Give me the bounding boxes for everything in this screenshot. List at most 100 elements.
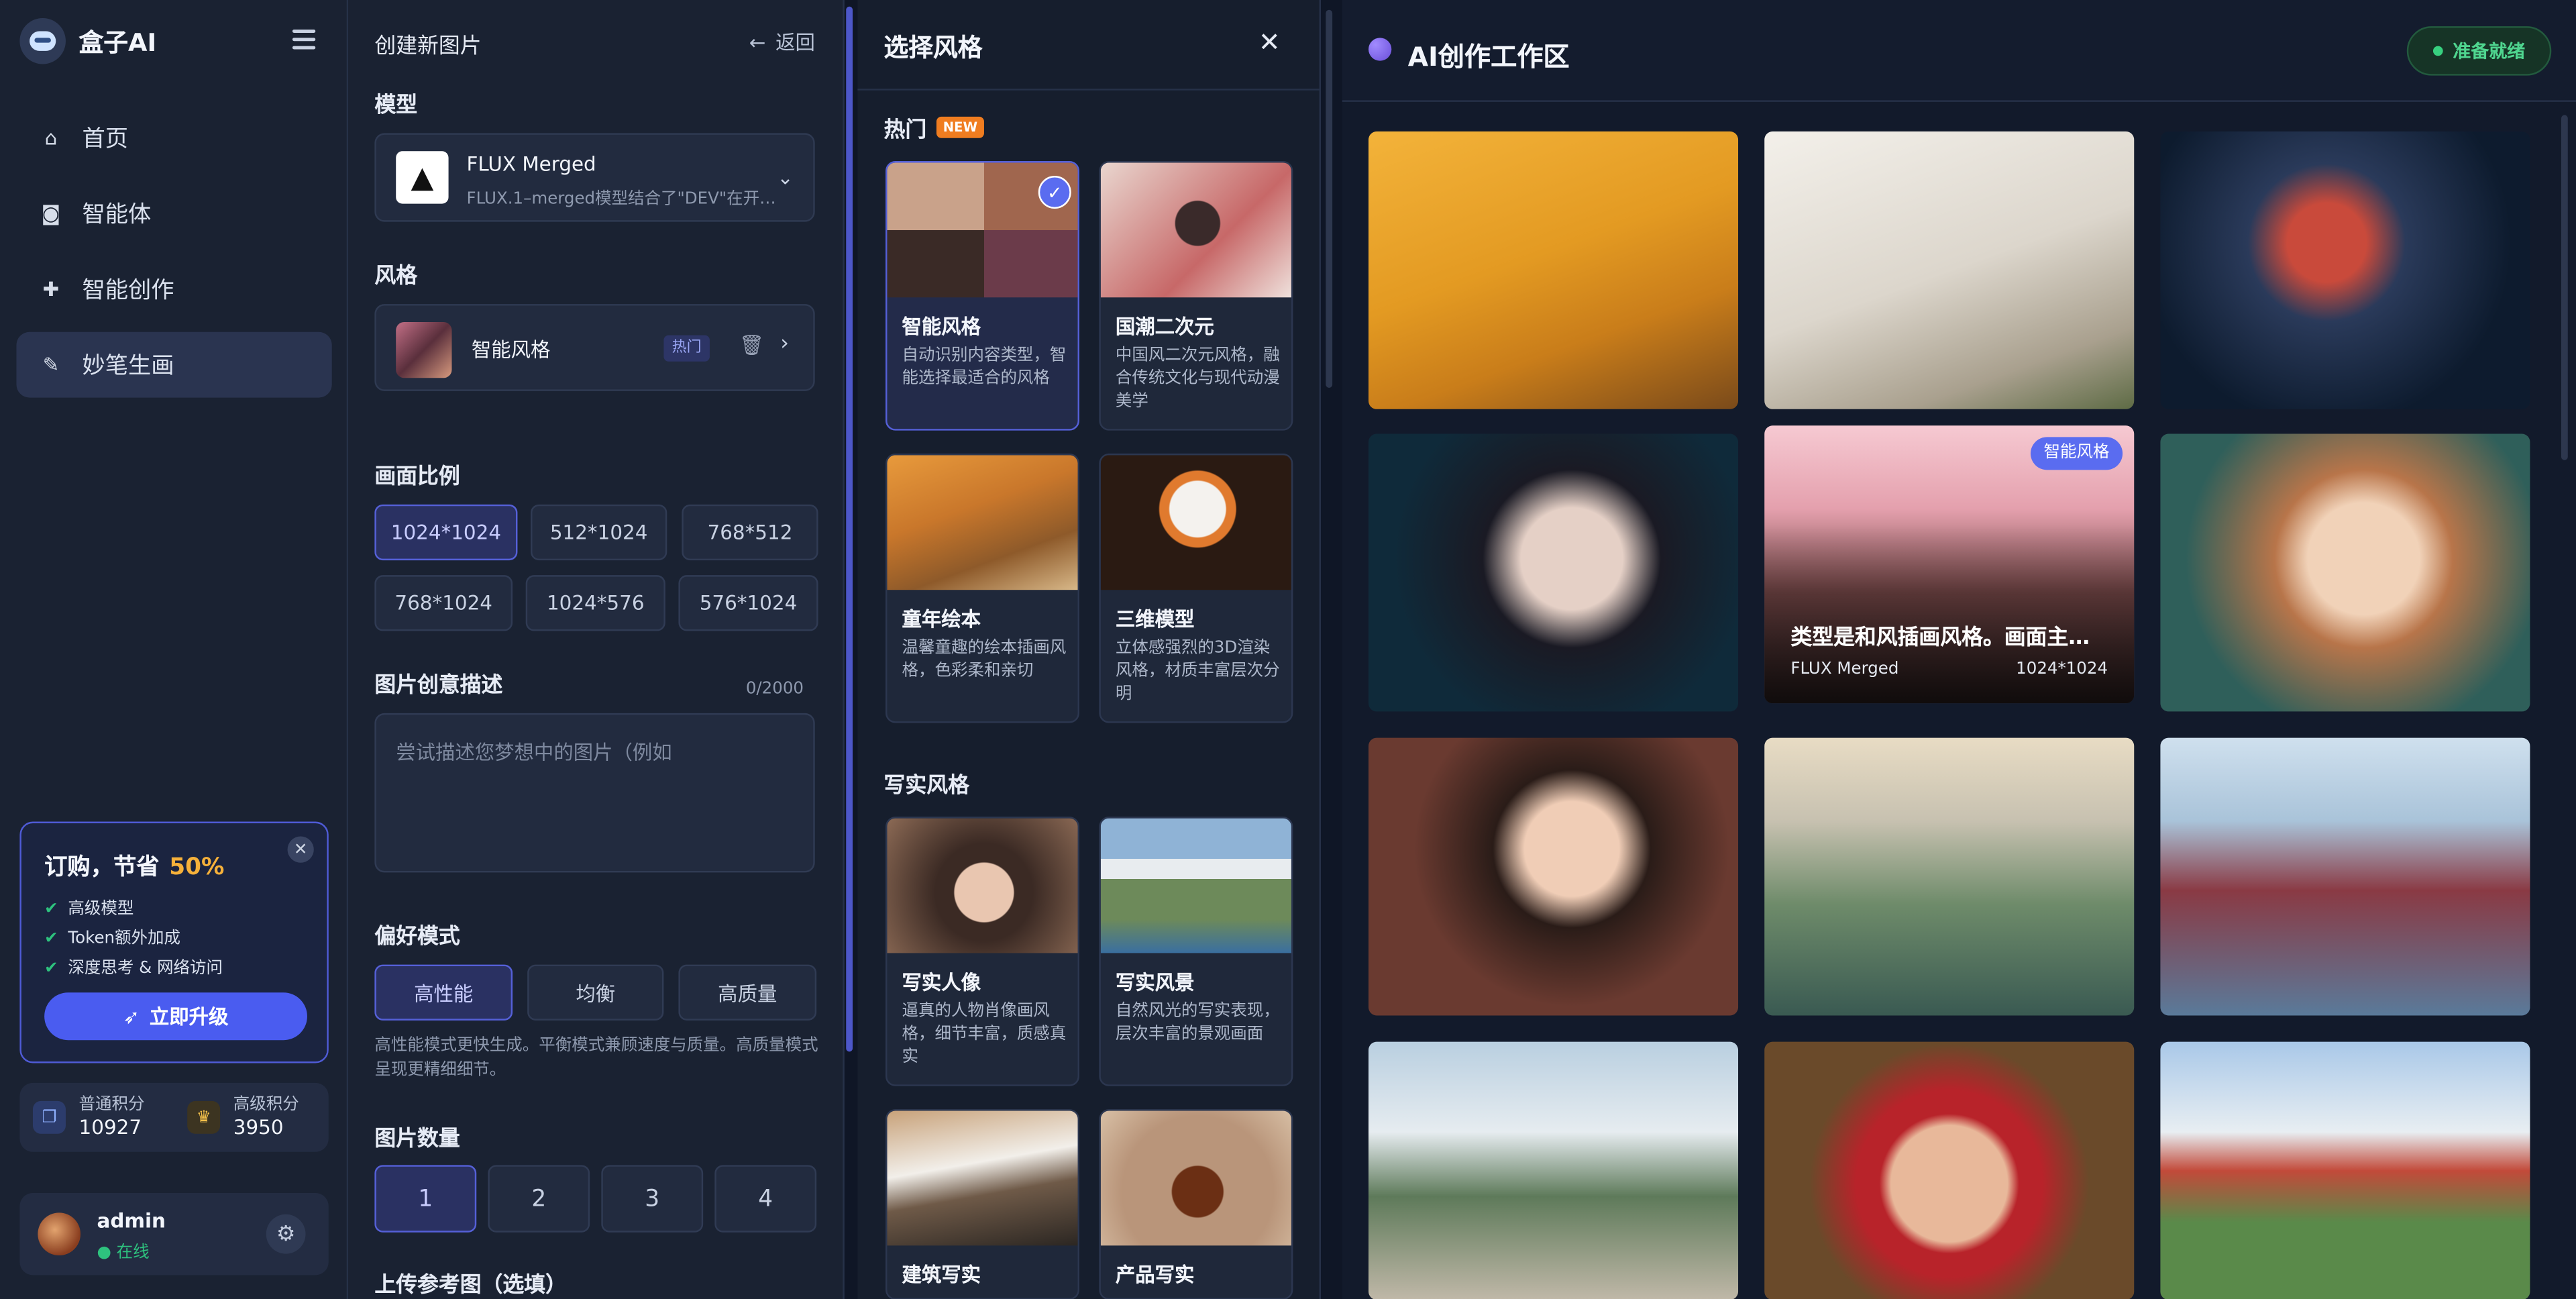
brand-name: 盒子AI <box>78 27 157 57</box>
style-select[interactable]: 智能风格 热门 🗑 › <box>374 304 815 391</box>
promo-percent: 50% <box>169 854 225 881</box>
card-title: 写实人像 <box>902 971 981 994</box>
robot-logo-icon <box>19 17 66 64</box>
back-button[interactable]: ← 返回 <box>749 28 815 56</box>
avatar[interactable] <box>38 1212 81 1256</box>
sidebar-item-painting[interactable]: ✎ 妙笔生画 <box>16 331 332 398</box>
hot-badge: 热门 <box>663 335 710 362</box>
model-select[interactable]: ▲ FLUX Merged FLUX.1–merged模型结合了"DEV"在开发… <box>374 133 815 222</box>
gallery-image-selected[interactable]: 智能风格 类型是和风插画风格。画面主… FLUX Merged 1024*102… <box>1764 425 2135 704</box>
card-title: 童年绘本 <box>902 608 981 631</box>
puzzle-icon: ✚ <box>42 277 60 301</box>
style-card-guochao[interactable]: 国潮二次元 中国风二次元风格，融合传统文化与现代动漫美学 <box>1099 161 1293 431</box>
workspace: AI创作工作区 准备就绪 智能风格 类型是和风插画风格。画面主… FLUX Me… <box>1342 0 2576 1299</box>
check-icon: ✔ <box>44 930 58 949</box>
style-preview <box>887 455 1078 590</box>
model-name: FLUX Merged <box>466 152 596 176</box>
sidebar-item-label: 智能体 <box>82 202 152 229</box>
list-item: ✔ 高级模型 <box>44 896 223 925</box>
desc-counter: 0/2000 <box>745 680 804 698</box>
style-thumbnail <box>396 322 452 378</box>
style-preview <box>1100 818 1291 953</box>
style-preview <box>1100 455 1291 590</box>
rocket-icon: ➶ <box>123 1004 140 1028</box>
style-badge: 智能风格 <box>2030 437 2123 470</box>
new-badge: NEW <box>936 116 984 138</box>
gallery-image[interactable] <box>1368 737 1739 1016</box>
form-scrollbar[interactable] <box>846 6 853 1052</box>
prompt-textarea[interactable]: 尝试描述您梦想中的图片（例如 <box>374 713 815 873</box>
style-label: 风格 <box>374 264 418 290</box>
card-title: 产品写实 <box>1115 1263 1195 1287</box>
style-card-portrait[interactable]: 写实人像 逼真的人物肖像画风格，细节丰富，质感真实 <box>885 817 1079 1086</box>
style-card-3d[interactable]: 三维模型 立体感强烈的3D渲染风格，材质丰富层次分明 <box>1099 453 1293 723</box>
workspace-scrollbar[interactable] <box>2561 115 2568 460</box>
points-panel: ❐ 普通积分 10927 ♛ 高级积分 3950 <box>19 1082 329 1152</box>
gallery-image[interactable] <box>1764 1041 2135 1299</box>
check-icon: ✔ <box>44 959 58 978</box>
ratio-option[interactable]: 768*512 <box>682 504 818 561</box>
gallery-image[interactable] <box>2160 433 2530 712</box>
chooser-scrollbar[interactable] <box>1326 9 1333 388</box>
brush-icon: ✎ <box>42 353 60 376</box>
ratio-option[interactable]: 576*1024 <box>678 575 818 631</box>
workspace-header: AI创作工作区 准备就绪 <box>1342 0 2576 102</box>
promo-title: 订购，节省 50% <box>44 854 225 881</box>
create-image-form: 创建新图片 ← 返回 模型 ▲ FLUX Merged FLUX.1–merge… <box>348 0 845 1299</box>
style-preview <box>887 818 1078 953</box>
menu-icon[interactable] <box>292 30 316 50</box>
close-icon[interactable]: ✕ <box>1258 26 1281 58</box>
count-option[interactable]: 4 <box>714 1165 817 1233</box>
style-card-product[interactable]: 产品写实 <box>1099 1109 1293 1299</box>
card-desc: 自然风光的写实表现，层次丰富的景观画面 <box>1115 1002 1280 1044</box>
pref-option[interactable]: 高性能 <box>374 964 513 1021</box>
chevron-right-icon[interactable]: › <box>780 332 789 357</box>
count-option[interactable]: 1 <box>374 1165 477 1233</box>
crown-icon: ♛ <box>187 1100 221 1134</box>
close-icon[interactable]: ✕ <box>287 836 314 863</box>
gallery-image[interactable] <box>1368 433 1739 712</box>
brand[interactable]: 盒子AI <box>19 17 157 64</box>
upgrade-button[interactable]: ➶ 立即升级 <box>44 992 307 1041</box>
card-desc: 立体感强烈的3D渲染风格，材质丰富层次分明 <box>1115 639 1280 704</box>
form-title: 创建新图片 <box>374 34 482 60</box>
chevron-down-icon: ⌄ <box>777 166 794 189</box>
gallery-image[interactable] <box>2160 737 2530 1016</box>
sidebar-item-label: 智能创作 <box>82 277 174 305</box>
user-panel: admin ● 在线 ⚙ <box>19 1192 329 1276</box>
style-card-landscape[interactable]: 写实风景 自然风光的写实表现，层次丰富的景观画面 <box>1099 817 1293 1086</box>
card-title: 国潮二次元 <box>1115 315 1214 339</box>
status-badge: 准备就绪 <box>2406 26 2552 76</box>
gear-icon[interactable]: ⚙ <box>266 1214 306 1254</box>
count-option[interactable]: 2 <box>488 1165 590 1233</box>
style-card-picturebook[interactable]: 童年绘本 温馨童趣的绘本插画风格，色彩柔和亲切 <box>885 453 1079 723</box>
desc-label: 图片创意描述 <box>374 674 503 698</box>
ratio-option[interactable]: 512*1024 <box>531 504 667 561</box>
style-card-architecture[interactable]: 建筑写实 <box>885 1109 1079 1299</box>
sidebar-item-agents[interactable]: ◙ 智能体 <box>16 180 331 246</box>
sidebar-item-home[interactable]: ⌂ 首页 <box>16 105 331 171</box>
sidebar-nav: ⌂ 首页 ◙ 智能体 ✚ 智能创作 ✎ 妙笔生画 <box>16 105 332 408</box>
gallery-image[interactable] <box>1368 1041 1739 1299</box>
pref-option[interactable]: 均衡 <box>527 964 664 1021</box>
chooser-title: 选择风格 <box>883 32 983 63</box>
ratio-option[interactable]: 1024*1024 <box>374 504 518 561</box>
ratio-option[interactable]: 768*1024 <box>374 575 513 631</box>
style-card-smart[interactable]: ✓ 智能风格 自动识别内容类型，智能选择最适合的风格 <box>885 161 1079 431</box>
card-desc: 逼真的人物肖像画风格，细节丰富，质感真实 <box>902 1002 1067 1067</box>
model-label: 模型 <box>374 93 418 119</box>
card-title: 智能风格 <box>902 315 981 339</box>
gallery-image[interactable] <box>1368 131 1739 409</box>
gallery-image[interactable] <box>1764 131 2135 409</box>
check-icon: ✔ <box>44 900 58 919</box>
trash-icon[interactable]: 🗑 <box>739 333 764 356</box>
gallery-image[interactable] <box>2160 131 2530 409</box>
ratio-label: 画面比例 <box>374 465 460 490</box>
count-option[interactable]: 3 <box>601 1165 704 1233</box>
ratio-option[interactable]: 1024*576 <box>525 575 665 631</box>
list-item: ✔ Token额外加成 <box>44 925 223 955</box>
pref-option[interactable]: 高质量 <box>678 964 817 1021</box>
gallery-image[interactable] <box>2160 1041 2530 1299</box>
gallery-image[interactable] <box>1764 737 2135 1016</box>
sidebar-item-creation[interactable]: ✚ 智能创作 <box>16 256 331 322</box>
